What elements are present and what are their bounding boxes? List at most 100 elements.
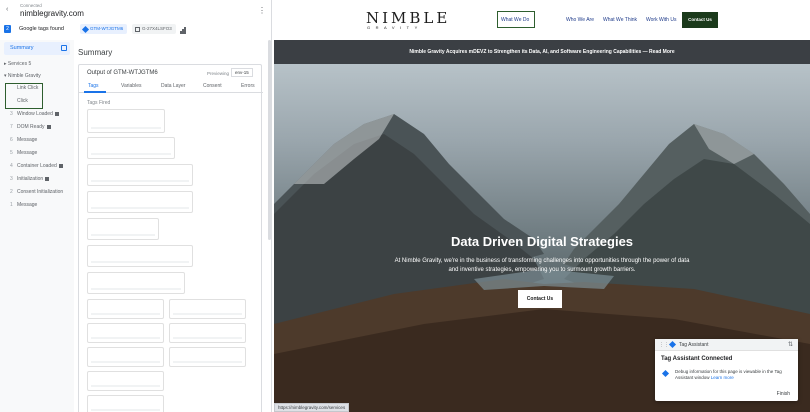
event-label: DOM Ready xyxy=(17,124,45,130)
services-label: Services xyxy=(7,61,28,67)
sidebar-event-consent-init[interactable]: 2 Consent Initialization xyxy=(10,189,63,195)
tag-card[interactable] xyxy=(87,218,159,240)
page-title: Summary xyxy=(78,48,113,57)
info-diamond-icon xyxy=(661,369,670,378)
ta-header: ‹ Connected nimblegravity.com ⋮ xyxy=(0,0,271,21)
event-num: 4 xyxy=(10,163,13,169)
popup-heading: Tag Assistant Connected xyxy=(661,356,733,362)
tag-badge-icon xyxy=(46,124,51,129)
chevron-left-icon[interactable]: ‹ xyxy=(6,6,8,13)
nav-who-we-are[interactable]: Who We Are xyxy=(566,17,594,23)
hero-subtitle: At Nimble Gravity, we're in the business… xyxy=(394,258,690,273)
nav-work-with-us[interactable]: Work With Us xyxy=(646,17,676,23)
tag-card[interactable] xyxy=(87,299,164,319)
event-num: 7 xyxy=(10,124,13,130)
announcement-banner[interactable]: Nimble Gravity Acquires mDEVZ to Strengt… xyxy=(274,40,810,64)
event-num: 1 xyxy=(10,202,13,208)
sidebar-event-initialization[interactable]: 3 Initialization xyxy=(10,176,50,182)
tab-variables[interactable]: Variables xyxy=(121,83,141,89)
connection-status: Connected xyxy=(20,3,42,8)
hero-contact-button[interactable]: Contact Us xyxy=(518,290,562,308)
tag-card[interactable] xyxy=(87,347,164,367)
tags-fired-heading: Tags Fired xyxy=(87,100,111,106)
output-tabs: Tags Variables Data Layer Consent Errors xyxy=(79,81,263,93)
highlight-box xyxy=(497,11,535,28)
previewing-label: Previewing xyxy=(207,71,230,76)
event-label: Window Loaded xyxy=(17,111,53,117)
ga-chip-label: G-27X4LSFO3 xyxy=(142,26,172,31)
page-label: Nimble Gravity xyxy=(7,73,41,79)
event-label: Message xyxy=(17,150,38,156)
tag-card[interactable] xyxy=(87,137,175,159)
event-sidebar: Summary ▸ Services 5 ▾ Nimble Gravity Li… xyxy=(0,40,74,412)
sidebar-event-message[interactable]: 5 Message xyxy=(10,150,37,156)
site-scrollbar[interactable] xyxy=(804,40,808,412)
gtm-icon xyxy=(81,25,90,33)
tag-tabs-bar: 2 Google tags found GTM-WTJGTM6 G-27X4LS… xyxy=(0,23,271,36)
event-label: Consent Initialization xyxy=(17,189,64,195)
ga-icon xyxy=(135,26,140,32)
tag-card[interactable] xyxy=(87,245,193,267)
collapse-icon[interactable]: ⇅ xyxy=(788,341,793,348)
tag-card[interactable] xyxy=(169,299,246,319)
event-label: Message xyxy=(17,137,38,143)
sidebar-item-services[interactable]: ▸ Services 5 xyxy=(4,61,31,67)
tag-card[interactable] xyxy=(87,109,165,133)
tab-consent[interactable]: Consent xyxy=(203,83,222,89)
popup-title: Tag Assistant xyxy=(679,342,709,348)
learn-more-link[interactable]: Learn more xyxy=(711,375,734,380)
tag-card[interactable] xyxy=(87,371,164,391)
event-label: Message xyxy=(17,202,38,208)
logo-wordmark-bottom: GRAVITY xyxy=(367,25,423,30)
sidebar-event-container-loaded[interactable]: 4 Container Loaded xyxy=(10,163,63,169)
nav-contact-button[interactable]: Contact Us xyxy=(682,12,718,28)
popup-info: Debug information for this page is viewa… xyxy=(675,369,791,381)
analytics-bars-icon[interactable] xyxy=(180,27,186,34)
tag-card[interactable] xyxy=(87,395,164,412)
tag-card[interactable] xyxy=(87,191,193,213)
tag-badge-icon xyxy=(45,176,50,181)
sidebar-event-window-loaded[interactable]: 3 Window Loaded xyxy=(10,111,59,117)
more-vert-icon[interactable]: ⋮ xyxy=(258,6,266,15)
tag-card[interactable] xyxy=(87,323,164,343)
tab-data-layer[interactable]: Data Layer xyxy=(161,83,185,89)
sidebar-event-dom-ready[interactable]: 7 DOM Ready xyxy=(10,124,51,130)
tag-badge-icon xyxy=(54,111,59,116)
event-num: 3 xyxy=(10,111,13,117)
sidebar-item-page[interactable]: ▾ Nimble Gravity xyxy=(4,73,41,79)
tag-card[interactable] xyxy=(169,347,246,367)
site-navbar: NIMBLE GRAVITY What We Do Who We Are Wha… xyxy=(274,0,810,40)
sidebar-summary-label: Summary xyxy=(10,45,34,51)
tag-badge-icon xyxy=(58,163,63,168)
tab-tags[interactable]: Tags xyxy=(88,83,99,89)
site-logo[interactable]: NIMBLE GRAVITY xyxy=(366,9,447,33)
sidebar-item-summary[interactable]: Summary xyxy=(4,42,70,55)
status-bar-url: https://nimblegravity.com/services xyxy=(274,403,350,412)
popup-header[interactable]: ⋮⋮ Tag Assistant ⇅ xyxy=(655,339,798,351)
gtm-chip-label: GTM-WTJGTM6 xyxy=(90,26,124,31)
gtm-container-chip[interactable]: GTM-WTJGTM6 xyxy=(80,24,128,34)
tag-assistant-icon xyxy=(668,340,677,349)
output-title: Output of GTM-WTJGTM6 xyxy=(87,70,158,76)
tags-found-tab[interactable]: Google tags found xyxy=(19,26,64,32)
environment-select[interactable]: env-15 xyxy=(231,68,253,77)
tab-errors[interactable]: Errors xyxy=(241,83,255,89)
drag-handle-icon[interactable]: ⋮⋮ xyxy=(659,342,669,348)
tag-assistant-panel: ‹ Connected nimblegravity.com ⋮ 2 Google… xyxy=(0,0,272,412)
tag-assistant-popup: ⋮⋮ Tag Assistant ⇅ Tag Assistant Connect… xyxy=(655,339,798,401)
tag-card[interactable] xyxy=(169,323,246,343)
sidebar-toggle-icon[interactable] xyxy=(61,45,67,51)
highlight-box xyxy=(5,83,43,109)
sidebar-event-message[interactable]: 1 Message xyxy=(10,202,37,208)
tag-card[interactable] xyxy=(87,272,185,294)
services-count: 5 xyxy=(28,61,32,67)
tag-card[interactable] xyxy=(87,164,193,186)
sidebar-event-message[interactable]: 6 Message xyxy=(10,137,37,143)
ga-property-chip[interactable]: G-27X4LSFO3 xyxy=(132,24,176,34)
connected-domain: nimblegravity.com xyxy=(20,9,84,18)
finish-button[interactable]: Finish xyxy=(777,391,790,397)
event-num: 6 xyxy=(10,137,13,143)
panel-scrollbar[interactable] xyxy=(268,40,271,240)
event-num: 3 xyxy=(10,176,13,182)
nav-what-we-think[interactable]: What We Think xyxy=(603,17,637,23)
